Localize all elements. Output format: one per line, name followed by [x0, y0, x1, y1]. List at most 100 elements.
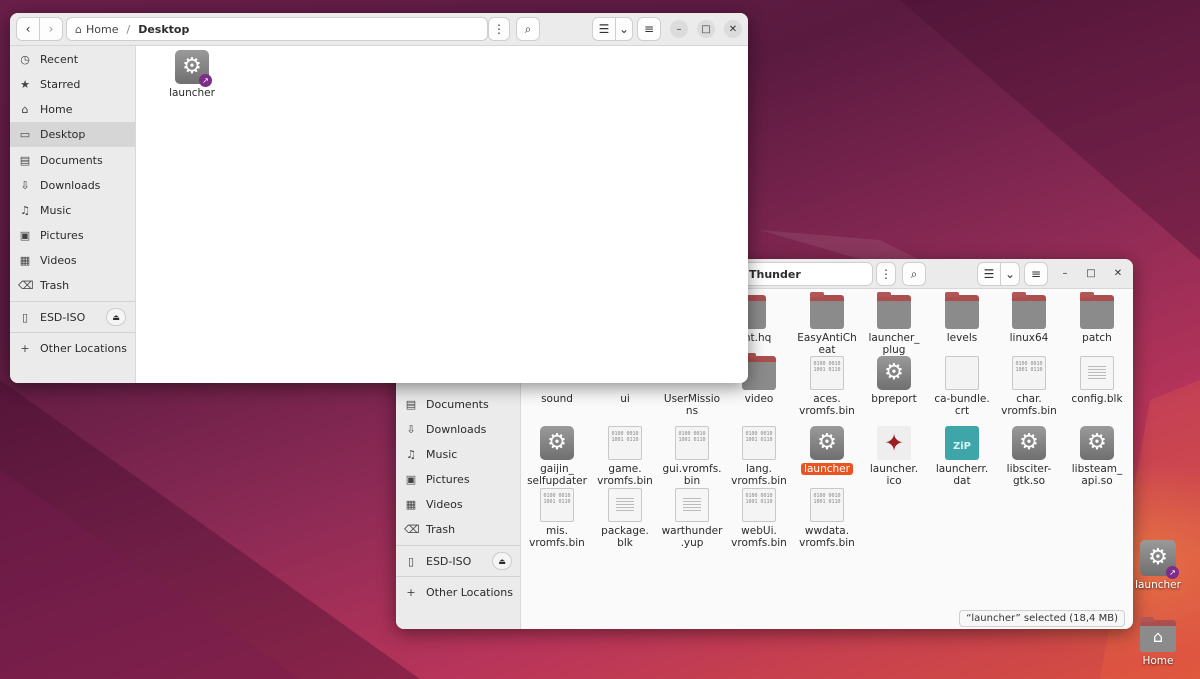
- gear-icon: ⚙: [540, 426, 574, 460]
- file-item[interactable]: 0100 0010 1001 0110 char. vromfs.bin: [993, 356, 1065, 417]
- file-item[interactable]: ⚙ libsciter- gtk.so: [993, 426, 1065, 487]
- path-bar[interactable]: ⌂ Home / Desktop: [66, 17, 488, 41]
- breadcrumb-separator: /: [126, 22, 131, 36]
- breadcrumb-current[interactable]: Thunder: [749, 268, 801, 281]
- search-button[interactable]: ⌕: [516, 17, 540, 41]
- link-arrow-icon: ↗: [199, 74, 212, 87]
- file-item[interactable]: package. blk: [589, 488, 661, 549]
- file-item[interactable]: ⚙ libsteam_ api.so: [1061, 426, 1133, 487]
- sidebar-item-home[interactable]: ⌂ Home: [10, 97, 135, 122]
- file-item[interactable]: ✦ launcher. ico: [858, 426, 930, 487]
- zip-archive-icon: ZiP: [945, 426, 979, 460]
- status-label: “launcher” selected (18,4 MB): [959, 610, 1125, 627]
- view-list-button[interactable]: ☰: [977, 262, 1001, 286]
- minimize-button[interactable]: –: [1056, 264, 1074, 282]
- sidebar-item-trash[interactable]: ⌫ Trash: [10, 273, 135, 298]
- view-list-button[interactable]: ☰: [592, 17, 616, 41]
- file-item[interactable]: 0100 0010 1001 0110 aces. vromfs.bin: [791, 356, 863, 417]
- sidebar-item-recent[interactable]: ◷ Recent: [10, 47, 135, 72]
- list-icon: ☰: [983, 267, 995, 281]
- sidebar-item-label: Pictures: [40, 229, 84, 242]
- file-item[interactable]: ZiP launcherr. dat: [926, 426, 998, 487]
- file-item[interactable]: 0100 0010 1001 0110 webUi. vromfs.bin: [723, 488, 795, 549]
- text-file-icon: [608, 488, 642, 522]
- back-button[interactable]: ‹: [16, 17, 40, 41]
- eject-icon: ⏏: [112, 312, 120, 322]
- close-button[interactable]: ✕: [724, 20, 742, 38]
- sidebar-item-music[interactable]: ♫ Music: [396, 442, 520, 467]
- file-item[interactable]: 0100 0010 1001 0110 game. vromfs.bin: [589, 426, 661, 487]
- search-button[interactable]: ⌕: [902, 262, 926, 286]
- sidebar-item-downloads[interactable]: ⇩ Downloads: [396, 417, 520, 442]
- home-icon: ⌂: [75, 22, 82, 36]
- sidebar-item-trash[interactable]: ⌫ Trash: [396, 517, 520, 542]
- sidebar-item-label: Documents: [40, 154, 103, 167]
- file-item[interactable]: ca-bundle. crt: [926, 356, 998, 417]
- file-item[interactable]: patch: [1061, 292, 1133, 344]
- picture-icon: ▣: [405, 473, 417, 486]
- maximize-button[interactable]: □: [697, 20, 715, 38]
- file-item[interactable]: 0100 0010 1001 0110 lang. vromfs.bin: [723, 426, 795, 487]
- binary-file-icon: 0100 0010 1001 0110: [810, 488, 844, 522]
- breadcrumb-current[interactable]: Desktop: [138, 23, 189, 36]
- forward-button[interactable]: ›: [39, 17, 63, 41]
- sidebar-item-label: Home: [40, 103, 73, 116]
- sidebar-separator: [10, 301, 135, 302]
- binary-file-icon: 0100 0010 1001 0110: [742, 426, 776, 460]
- desktop-icon-launcher[interactable]: ⚙ ↗ launcher: [1130, 540, 1186, 591]
- breadcrumb-home[interactable]: Home: [86, 23, 118, 36]
- close-icon: ✕: [1113, 267, 1123, 279]
- file-item[interactable]: config.blk: [1061, 356, 1133, 405]
- drive-icon: ▯: [407, 555, 415, 568]
- close-button[interactable]: ✕: [1109, 264, 1127, 282]
- sidebar-item-downloads[interactable]: ⇩ Downloads: [10, 173, 135, 198]
- sidebar-item-documents[interactable]: ▤ Documents: [396, 392, 520, 417]
- close-icon: ✕: [728, 23, 738, 35]
- eject-button[interactable]: ⏏: [106, 308, 126, 326]
- sidebar-item-desktop[interactable]: ▭ Desktop: [10, 122, 135, 147]
- clock-icon: ◷: [20, 53, 30, 66]
- sidebar-item-documents[interactable]: ▤ Documents: [10, 148, 135, 173]
- minimize-button[interactable]: –: [670, 20, 688, 38]
- sidebar-item-videos[interactable]: ▦ Videos: [396, 492, 520, 517]
- file-item[interactable]: 0100 0010 1001 0110 mis. vromfs.bin: [521, 488, 593, 549]
- path-bar[interactable]: Thunder: [736, 262, 873, 286]
- path-menu-button[interactable]: ⋮: [488, 17, 510, 41]
- gear-icon: ⚙: [1080, 426, 1114, 460]
- main-menu-button[interactable]: ≡: [637, 17, 661, 41]
- file-item[interactable]: levels: [926, 292, 998, 344]
- maximize-button[interactable]: □: [1082, 264, 1100, 282]
- download-icon: ⇩: [20, 179, 30, 192]
- sidebar-item-other-locations[interactable]: + Other Locations: [10, 336, 135, 361]
- binary-file-icon: 0100 0010 1001 0110: [742, 488, 776, 522]
- file-item[interactable]: ⚙ ↗ launcher: [156, 50, 228, 99]
- file-item[interactable]: ⚙ bpreport: [858, 356, 930, 405]
- file-item[interactable]: linux64: [993, 292, 1065, 344]
- sidebar-item-videos[interactable]: ▦ Videos: [10, 248, 135, 273]
- eject-button[interactable]: ⏏: [492, 552, 512, 570]
- sidebar-item-other-locations[interactable]: + Other Locations: [396, 580, 520, 605]
- binary-file-icon: 0100 0010 1001 0110: [675, 426, 709, 460]
- sidebar-item-music[interactable]: ♫ Music: [10, 198, 135, 223]
- file-item[interactable]: 0100 0010 1001 0110 wwdata. vromfs.bin: [791, 488, 863, 549]
- view-options-button[interactable]: ⌄: [615, 17, 633, 41]
- file-item[interactable]: ⚙ gaijin_ selfupdater: [521, 426, 593, 487]
- file-item[interactable]: launcher_ plug: [858, 292, 930, 356]
- minimize-icon: –: [1062, 267, 1068, 279]
- main-menu-button[interactable]: ≡: [1024, 262, 1048, 286]
- view-options-button[interactable]: ⌄: [1000, 262, 1020, 286]
- path-menu-button[interactable]: ⋮: [876, 262, 896, 286]
- video-icon: ▦: [405, 498, 417, 511]
- file-item[interactable]: 0100 0010 1001 0110 gui.vromfs. bin: [656, 426, 728, 487]
- sidebar-item-pictures[interactable]: ▣ Pictures: [10, 223, 135, 248]
- sidebar-item-pictures[interactable]: ▣ Pictures: [396, 467, 520, 492]
- file-item[interactable]: EasyAntiCh eat: [791, 292, 863, 356]
- file-item[interactable]: warthunder .yup: [656, 488, 728, 549]
- file-manager-window-front: ‹ › ⌂ Home / Desktop ⋮ ⌕ ☰ ⌄ ≡ – □ ✕ ◷ Re…: [10, 13, 748, 383]
- file-item-selected[interactable]: ⚙ launcher: [791, 426, 863, 475]
- sidebar-item-label: Pictures: [426, 473, 470, 486]
- sidebar-item-label: Desktop: [40, 128, 86, 141]
- sidebar-item-starred[interactable]: ★ Starred: [10, 72, 135, 97]
- desktop-icon-home[interactable]: ⌂ Home: [1130, 617, 1186, 667]
- binary-file-icon: 0100 0010 1001 0110: [608, 426, 642, 460]
